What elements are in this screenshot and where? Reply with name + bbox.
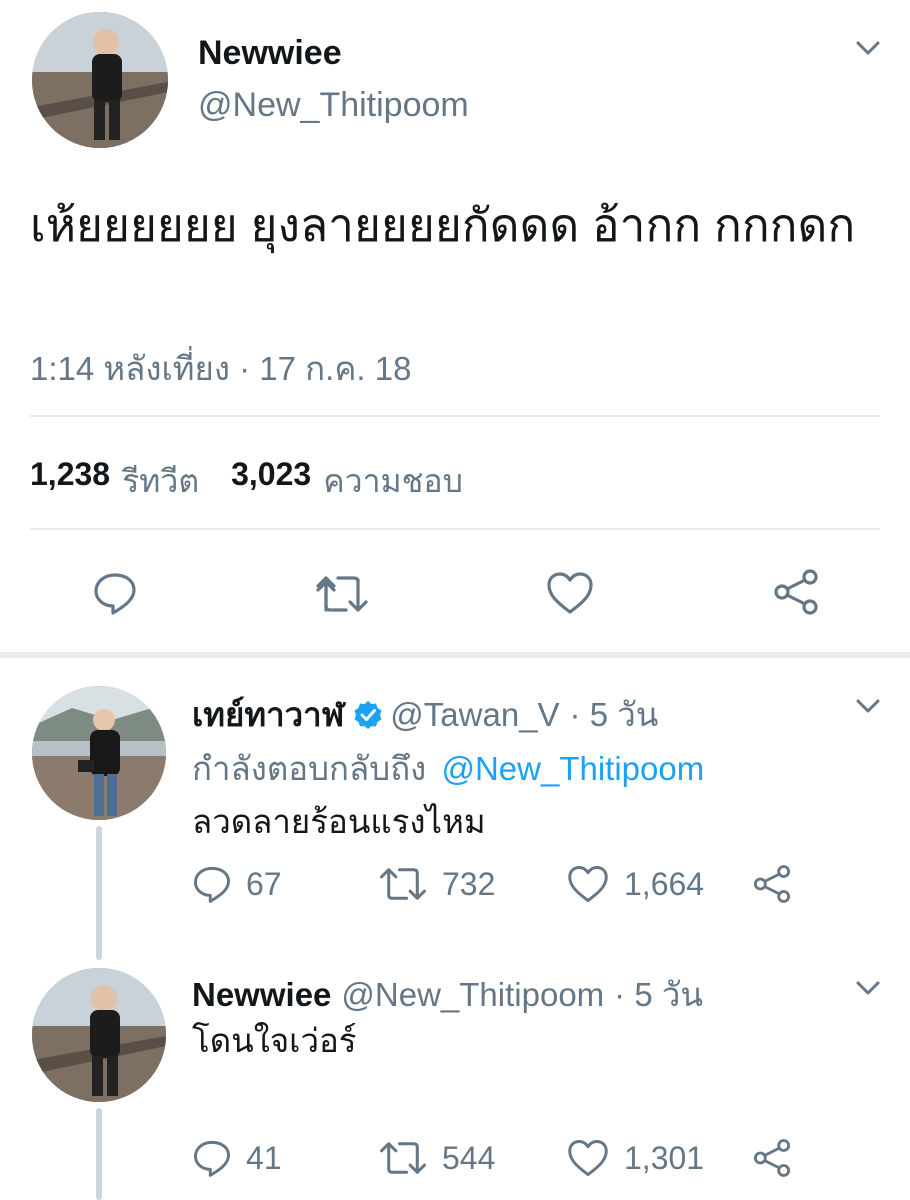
- handle[interactable]: @New_Thitipoom: [198, 86, 469, 125]
- thread-line: [96, 826, 102, 960]
- reply-count: 67: [246, 865, 282, 902]
- verified-badge-icon: [352, 699, 384, 731]
- section-divider: [0, 652, 910, 658]
- like-action[interactable]: 1,301: [566, 1138, 704, 1178]
- avatar-photo: [32, 968, 166, 1102]
- retweets-count[interactable]: 1,238: [30, 456, 110, 507]
- like-count: 1,301: [624, 1139, 705, 1176]
- avatar-photo: [32, 686, 166, 820]
- reply-action[interactable]: 41: [192, 1138, 282, 1178]
- divider: [30, 528, 880, 530]
- avatar[interactable]: [32, 968, 166, 1102]
- retweets-label[interactable]: รีทวีต: [122, 456, 199, 507]
- likes-count[interactable]: 3,023: [231, 456, 311, 507]
- reply-icon[interactable]: [92, 570, 138, 616]
- reply-age[interactable]: · 5 วัน: [614, 968, 703, 1021]
- share-icon[interactable]: [752, 864, 792, 904]
- like-count: 1,664: [624, 865, 705, 902]
- display-name[interactable]: Newwiee: [198, 34, 342, 73]
- reply-action[interactable]: 67: [192, 864, 282, 904]
- reply-icon: [192, 1138, 232, 1178]
- divider: [30, 415, 880, 417]
- display-name[interactable]: Newwiee: [192, 976, 331, 1014]
- retweet-action[interactable]: 732: [378, 864, 495, 904]
- like-icon: [566, 1138, 610, 1178]
- replying-to-label: กำลังตอบกลับถึง: [192, 750, 427, 787]
- avatar[interactable]: [32, 686, 166, 820]
- retweet-icon[interactable]: [314, 572, 370, 616]
- share-icon[interactable]: [772, 568, 820, 616]
- thread-line: [96, 1108, 102, 1200]
- likes-label[interactable]: ความชอบ: [323, 456, 463, 507]
- handle[interactable]: @Tawan_V: [390, 696, 559, 734]
- avatar-photo: [32, 12, 168, 148]
- retweet-action[interactable]: 544: [378, 1138, 495, 1178]
- chevron-down-icon[interactable]: [852, 36, 884, 60]
- tweet-text: เห้ยยยยยย ยุงลายยยยกัดดด อ้ากก กกกดก: [30, 199, 856, 251]
- handle[interactable]: @New_Thitipoom: [341, 976, 604, 1014]
- chevron-down-icon[interactable]: [852, 976, 884, 1000]
- engagement-stats: 1,238 รีทวีต 3,023 ความชอบ: [30, 456, 463, 507]
- timestamp[interactable]: 1:14 หลังเที่ยง · 17 ก.ค. 18: [30, 342, 411, 395]
- like-icon[interactable]: [545, 570, 595, 616]
- avatar[interactable]: [32, 12, 168, 148]
- reply-count: 41: [246, 1139, 282, 1176]
- display-name[interactable]: เทย์ทาวาฬ: [192, 688, 344, 741]
- share-icon[interactable]: [752, 1138, 792, 1178]
- replying-to-handle[interactable]: @New_Thitipoom: [441, 750, 704, 787]
- like-icon: [566, 864, 610, 904]
- reply-text: โดนใจเว่อร์: [192, 1022, 357, 1059]
- replying-to: กำลังตอบกลับถึง @New_Thitipoom: [192, 742, 704, 795]
- reply-age[interactable]: · 5 วัน: [570, 688, 659, 741]
- reply-text: ลวดลายร้อนแรงไหม: [192, 803, 486, 840]
- reply-header: เทย์ทาวาฬ @Tawan_V · 5 วัน: [192, 688, 658, 741]
- retweet-icon: [378, 864, 428, 904]
- retweet-icon: [378, 1138, 428, 1178]
- retweet-count: 544: [442, 1139, 496, 1176]
- retweet-count: 732: [442, 865, 496, 902]
- chevron-down-icon[interactable]: [852, 694, 884, 718]
- like-action[interactable]: 1,664: [566, 864, 704, 904]
- reply-icon: [192, 864, 232, 904]
